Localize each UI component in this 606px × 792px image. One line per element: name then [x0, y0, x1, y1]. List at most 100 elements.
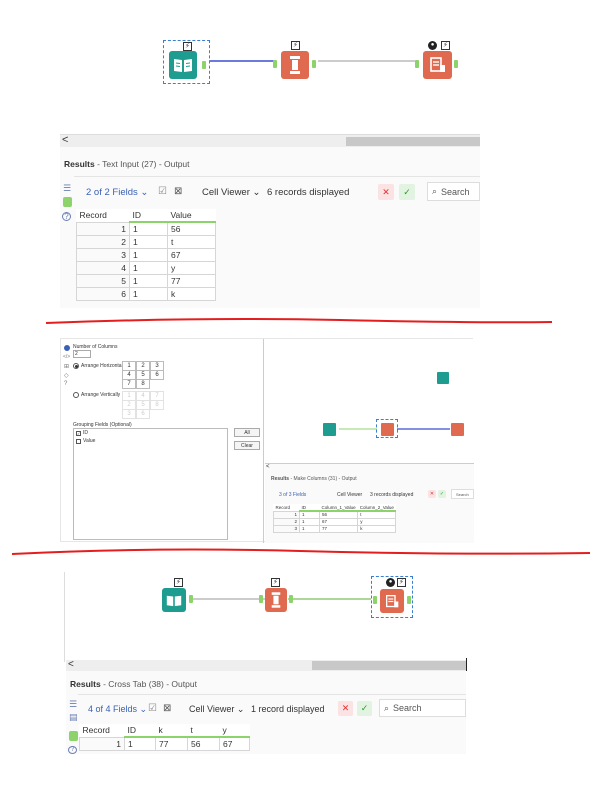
table-row[interactable]: 3 1 77 k: [273, 524, 397, 533]
chevron-down-icon: ⌄: [139, 704, 148, 714]
input-anchor[interactable]: [259, 595, 263, 603]
connection-lines: [339, 428, 450, 430]
search-input[interactable]: Search: [451, 489, 474, 499]
checkmark-toggle-icon[interactable]: ☑: [158, 186, 167, 197]
chevron-left-icon[interactable]: <: [266, 464, 270, 470]
make-columns-tool[interactable]: [376, 419, 398, 438]
table-row[interactable]: 2 1 67 y: [273, 517, 397, 526]
tag-icon[interactable]: ◇: [64, 372, 69, 379]
output-anchor[interactable]: [289, 595, 293, 603]
table-icon[interactable]: ▤: [69, 712, 78, 723]
fields-selector[interactable]: 2 of 2 Fields ⌄: [86, 187, 148, 198]
all-button[interactable]: All: [234, 428, 260, 437]
cancel-button[interactable]: ✕: [428, 490, 436, 498]
grouping-field-value[interactable]: Value: [74, 437, 227, 445]
horizontal-scrollbar[interactable]: <: [66, 659, 466, 671]
lightning-icon: ⚡: [271, 578, 280, 587]
list-icon[interactable]: ☰: [69, 699, 77, 710]
scrollbar-thumb[interactable]: [312, 661, 466, 670]
cancel-button[interactable]: ✕: [338, 701, 353, 716]
grid-cell[interactable]: 6: [150, 370, 164, 380]
input-anchor[interactable]: [415, 60, 419, 68]
column-header[interactable]: ID: [129, 209, 168, 223]
workflow-canvas-2: [265, 339, 474, 463]
table-row[interactable]: 21t: [76, 235, 216, 249]
table-row[interactable]: 61k: [76, 287, 216, 301]
help-icon[interactable]: ?: [62, 212, 71, 221]
lightning-icon: ⚡: [183, 42, 192, 51]
clear-toggle-icon[interactable]: ⊠: [174, 186, 182, 197]
output-anchor[interactable]: [454, 60, 458, 68]
cancel-button[interactable]: ✕: [378, 184, 394, 200]
table-header-row: Record ID Column_1_Value Column_2_Value: [273, 504, 396, 512]
text-input-tool[interactable]: ⚡: [163, 40, 210, 84]
browse-tool[interactable]: ⚡ ●: [414, 40, 462, 82]
input-anchor[interactable]: [373, 596, 377, 604]
results-title: Results - Cross Tab (38) - Output: [70, 679, 197, 689]
results-title: Results - Text Input (27) - Output: [64, 159, 190, 169]
help-icon[interactable]: ?: [68, 746, 77, 754]
grid-cell: 6: [136, 409, 150, 419]
fields-selector[interactable]: 4 of 4 Fields ⌄: [88, 704, 147, 715]
make-columns-tool[interactable]: ⚡: [272, 40, 320, 82]
apply-button[interactable]: ✓: [399, 184, 415, 200]
browse-tool[interactable]: [451, 423, 464, 436]
input-anchor[interactable]: [273, 60, 277, 68]
arrange-vertically-radio[interactable]: Arrange Vertically: [73, 392, 120, 398]
list-icon[interactable]: ☰: [63, 183, 71, 194]
number-of-columns-input[interactable]: 2: [73, 350, 91, 358]
table-row[interactable]: 1 1 77 56 67: [79, 736, 250, 751]
table-view-icon[interactable]: [63, 197, 72, 207]
search-input[interactable]: ⌕ Search: [379, 699, 466, 717]
table-view-icon[interactable]: [69, 731, 78, 741]
config-nav-icon[interactable]: [64, 345, 70, 351]
output-anchor[interactable]: [312, 60, 316, 68]
table-row[interactable]: 1 1 56 t: [273, 510, 397, 519]
browse-tool[interactable]: ● ⚡: [371, 576, 413, 618]
browse-icon: [380, 589, 404, 613]
text-input-tool[interactable]: ⚡: [162, 578, 194, 614]
checkmark-toggle-icon[interactable]: ☑: [148, 703, 157, 714]
search-input[interactable]: ⌕ Search: [427, 182, 480, 201]
text-input-tool[interactable]: [323, 423, 336, 436]
cross-tab-tool[interactable]: ⚡: [259, 578, 293, 614]
output-anchor[interactable]: [202, 61, 206, 69]
settings-icon[interactable]: ⊞: [64, 363, 69, 370]
grid-cell[interactable]: 7: [122, 379, 136, 389]
column-icon: [281, 51, 309, 79]
scrollbar-thumb[interactable]: [346, 137, 480, 146]
lightning-icon: ⚡: [397, 578, 406, 587]
results-panel-2: < Results - Make Columns (31) - Output 3…: [265, 463, 474, 543]
chevron-down-icon: ⌄: [252, 187, 261, 198]
fields-selector[interactable]: 3 of 3 Fields: [279, 492, 306, 498]
code-icon[interactable]: </>: [63, 354, 70, 360]
apply-button[interactable]: ✓: [438, 490, 446, 498]
chevron-left-icon[interactable]: <: [68, 659, 74, 670]
chevron-left-icon[interactable]: <: [62, 134, 68, 146]
column-header[interactable]: Record: [76, 209, 130, 223]
arrange-horizontally-radio[interactable]: Arrange Horizontally: [73, 363, 126, 369]
table-header-row: Record ID Value: [76, 209, 216, 223]
help-icon[interactable]: ?: [64, 381, 67, 387]
lightning-icon: ⚡: [174, 578, 183, 587]
output-anchor[interactable]: [189, 595, 193, 603]
output-anchor[interactable]: [407, 596, 411, 604]
clear-toggle-icon[interactable]: ⊠: [163, 703, 171, 714]
column-header[interactable]: Value: [167, 209, 216, 223]
divider-2: [11, 548, 591, 555]
grouping-field-id[interactable]: ✓ ID: [74, 429, 227, 437]
grouping-fields-list[interactable]: ✓ ID Value: [73, 428, 228, 540]
cell-viewer-dropdown[interactable]: Cell Viewer ⌄: [189, 704, 244, 715]
table-row[interactable]: 5 1 77: [76, 274, 216, 288]
table-row[interactable]: 3 1 67: [76, 248, 216, 262]
cell-viewer-dropdown[interactable]: Cell Viewer: [337, 492, 362, 498]
apply-button[interactable]: ✓: [357, 701, 372, 716]
cell-viewer-dropdown[interactable]: Cell Viewer ⌄: [202, 187, 260, 198]
table-row[interactable]: 1 1 56: [76, 221, 216, 236]
text-input-tool[interactable]: [437, 372, 449, 384]
column-icon: [265, 588, 287, 612]
grid-cell[interactable]: 8: [136, 379, 150, 389]
clear-button[interactable]: Clear: [234, 441, 260, 450]
table-row[interactable]: 41y: [76, 261, 216, 275]
horizontal-scrollbar[interactable]: <: [60, 134, 480, 147]
